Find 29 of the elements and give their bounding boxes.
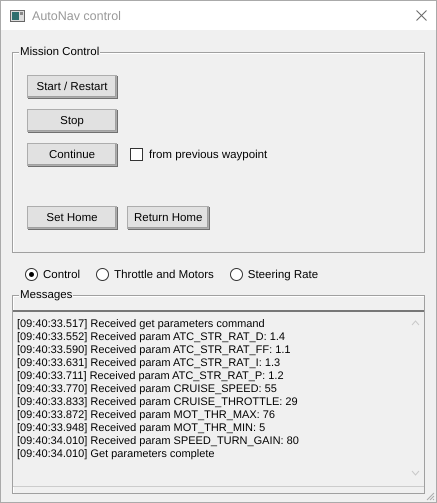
resize-grip-icon[interactable] [425, 491, 435, 501]
window-title: AutoNav control [32, 8, 122, 22]
continue-button[interactable]: Continue [27, 143, 117, 166]
group-title: Messages [19, 288, 74, 302]
radio-label: Control [43, 268, 80, 280]
log-line: [09:40:33.552] Received param ATC_STR_RAT_D: 1.4 [17, 331, 286, 344]
log-line: [09:40:33.590] Received param ATC_STR_RAT_FF: 1.1 [17, 344, 292, 357]
log-line: [09:40:33.872] Received param MOT_THR_MAX: 76 [17, 409, 276, 422]
log-line: [09:40:33.770] Received param CRUISE_SPEED: 55 [17, 383, 278, 396]
log-line: [09:40:33.631] Received param ATC_STR_RAT_I: 1.3 [17, 357, 282, 370]
log-line: [09:40:34.010] Get parameters complete [17, 448, 216, 461]
stop-button[interactable]: Stop [27, 109, 117, 132]
radio-label: Throttle and Motors [114, 268, 214, 280]
log-line: [09:40:33.711] Received param ATC_STR_RAT_P: 1.2 [17, 370, 285, 383]
log-line: [09:40:33.517] Received get parameters command [17, 318, 266, 331]
return-home-button[interactable]: Return Home [127, 206, 210, 229]
log-line: [09:40:33.833] Received param CRUISE_THROTTLE: 29 [17, 396, 299, 409]
checkbox[interactable] [130, 148, 143, 161]
radio-button[interactable] [25, 268, 38, 281]
log-line: [09:40:34.010] Received param SPEED_TURN_GAIN: 80 [17, 435, 300, 448]
start-button[interactable]: Start / Restart [27, 75, 117, 98]
radio-label: Steering Rate [248, 268, 318, 280]
checkbox-label: from previous waypoint [149, 148, 268, 160]
set-home-button[interactable]: Set Home [27, 206, 117, 229]
log-line: [09:40:33.948] Received param MOT_THR_MIN: 5 [17, 422, 266, 435]
radio-button[interactable] [230, 268, 243, 281]
close-icon[interactable] [416, 10, 427, 21]
radio-button[interactable] [96, 268, 110, 281]
app-icon [10, 10, 25, 22]
